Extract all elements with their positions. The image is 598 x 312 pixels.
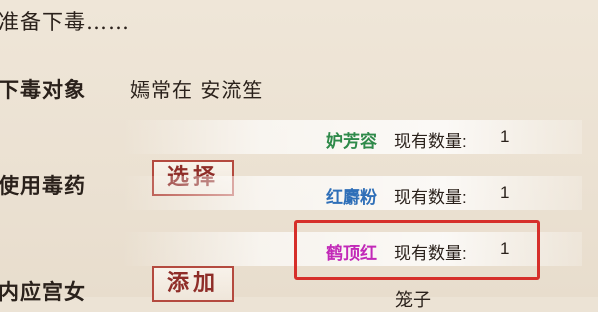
- status-text: 准备下毒……: [0, 10, 130, 34]
- partial-list-item: 笼子: [395, 290, 431, 311]
- selection-highlight-box: [294, 220, 540, 280]
- poison-item[interactable]: 妒芳容 现有数量: 1: [122, 118, 582, 156]
- poison-name: 妒芳容: [326, 132, 377, 152]
- quantity-label: 现有数量:: [394, 188, 467, 207]
- poison-item[interactable]: 红麝粉 现有数量: 1: [122, 174, 582, 212]
- maid-label: 内应宫女: [0, 279, 86, 304]
- quantity-value: 1: [500, 127, 510, 146]
- target-value: 嫣常在 安流笙: [130, 78, 264, 102]
- poison-name: 红麝粉: [326, 188, 377, 208]
- target-label: 下毒对象: [0, 77, 86, 102]
- poison-label: 使用毒药: [0, 173, 86, 198]
- quantity-value: 1: [500, 183, 510, 202]
- quantity-label: 现有数量:: [394, 132, 467, 151]
